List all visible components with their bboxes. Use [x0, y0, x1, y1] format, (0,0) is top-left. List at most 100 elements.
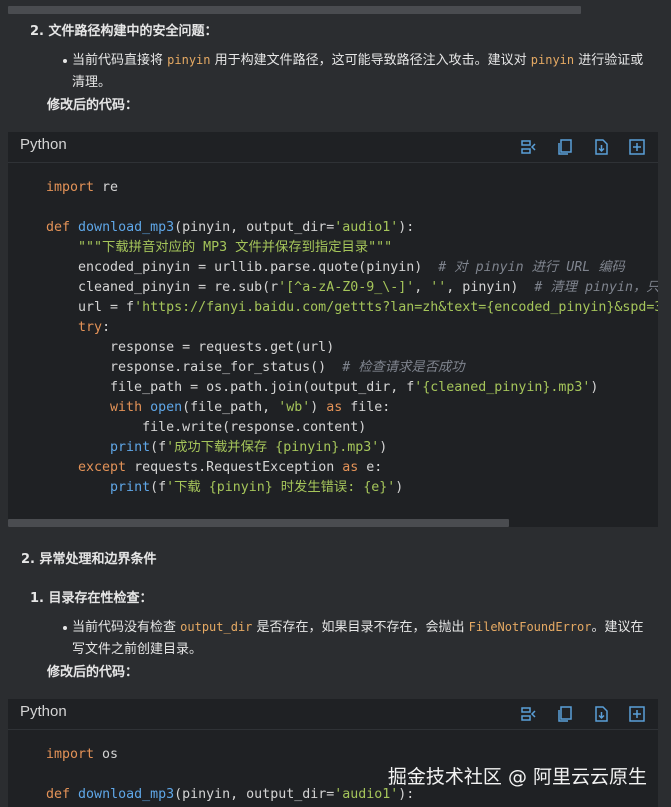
section1-heading-number: 2.: [30, 24, 44, 39]
code-token: except: [78, 460, 127, 475]
bullet-text: 当前代码直接将: [72, 53, 168, 68]
watermark: 掘金技术社区 @ 阿里云云原生: [387, 766, 647, 788]
code-token: print: [110, 480, 151, 495]
code-token: def: [46, 220, 71, 235]
code-token: :: [102, 320, 111, 335]
code-line: """下载拼音对应的 MP3 文件并保存到指定目录""": [46, 238, 392, 258]
code-token: encoded_pinyin = urllib.parse.quote(piny…: [46, 260, 439, 275]
code-token: ): [310, 400, 327, 415]
code-token: '{cleaned_pinyin}.mp3': [414, 380, 591, 395]
code-line: file.write(response.content): [46, 418, 366, 438]
code-token: (pinyin, output_dir=: [174, 220, 335, 235]
code-token: file_path = os.path.join(output_dir, f: [46, 380, 415, 395]
code-line: encoded_pinyin = urllib.parse.quote(piny…: [46, 258, 625, 278]
code-line: url = f'https://fanyi.baidu.com/gettts?l…: [46, 298, 658, 318]
wrap-toggle-icon[interactable]: [520, 138, 538, 156]
code-token: as: [326, 400, 343, 415]
bullet-text: 。建议在: [591, 620, 644, 635]
modified-code-label: 修改后的代码：: [47, 665, 139, 680]
bullet-text: 进行验证或: [574, 53, 644, 68]
code-token: re: [94, 180, 119, 195]
code-token: (f: [150, 480, 167, 495]
code-token: requests.RequestException: [126, 460, 343, 475]
expand-icon[interactable]: [628, 138, 646, 156]
code-block-header: Python: [8, 699, 658, 730]
code-token: # 检查请求是否成功: [342, 360, 465, 375]
code-line: def download_mp3(pinyin, output_dir='aud…: [46, 785, 414, 805]
code-token: """下载拼音对应的 MP3 文件并保存到指定目录""": [78, 240, 393, 255]
wrap-toggle-icon[interactable]: [520, 705, 538, 723]
bullet-text: 当前代码没有检查: [72, 620, 181, 635]
inline-code: pinyin: [167, 53, 211, 67]
code-line: cleaned_pinyin = re.sub(r'[^a-zA-Z0-9_\-…: [46, 278, 658, 298]
expand-icon[interactable]: [628, 705, 646, 723]
code-token: (pinyin, output_dir=: [174, 787, 335, 802]
code-token: ):: [398, 220, 415, 235]
code-line: import re: [46, 178, 118, 198]
top-scrollbar-thumb[interactable]: [8, 6, 581, 14]
code-line: file_path = os.path.join(output_dir, f'{…: [46, 378, 598, 398]
code-token: '[^a-zA-Z0-9_\-]': [278, 280, 415, 295]
code-token: file:: [342, 400, 391, 415]
code-token: file.write(response.content): [46, 420, 367, 435]
code-token: 'audio1': [334, 787, 399, 802]
section1-heading-text: 文件路径构建中的安全问题：: [48, 24, 218, 39]
inline-code: output_dir: [180, 620, 253, 634]
code-token: '成功下载并保存 {pinyin}.mp3': [166, 440, 380, 455]
section1-heading: 2. 文件路径构建中的安全问题：: [30, 21, 218, 43]
code-token: download_mp3: [78, 220, 175, 235]
code-token: # 对 pinyin 进行 URL 编码: [438, 260, 625, 275]
code-token: (file_path,: [182, 400, 279, 415]
code-token: '下载 {pinyin} 时发生错误: {e}': [166, 480, 396, 495]
code-token: open: [150, 400, 183, 415]
code-scrollbar-thumb[interactable]: [8, 519, 509, 527]
code-token: def: [46, 787, 71, 802]
top-scrollbar[interactable]: [8, 6, 659, 14]
code-token: 'https://fanyi.baidu.com/gettts?lan=zh&t…: [134, 300, 658, 315]
item-number: 1.: [30, 591, 44, 606]
code-block-header: Python: [8, 132, 658, 163]
code-language-label: Python: [20, 703, 67, 720]
inline-code: FileNotFoundError: [468, 620, 592, 634]
code-line: try:: [46, 318, 110, 338]
code-token: ): [395, 480, 404, 495]
section2-bullet: 当前代码没有检查 output_dir 是否存在，如果目录不存在，会抛出 Fil…: [72, 616, 644, 639]
code-token: try: [78, 320, 103, 335]
code-line: with open(file_path, 'wb') as file:: [46, 398, 390, 418]
code-token: with: [110, 400, 143, 415]
code-token: print: [110, 440, 151, 455]
code-token: import: [46, 180, 95, 195]
modified-code-label: 修改后的代码：: [47, 98, 139, 113]
code-token: as: [342, 460, 359, 475]
code-line: def download_mp3(pinyin, output_dir='aud…: [46, 218, 414, 238]
code-line: print(f'下载 {pinyin} 时发生错误: {e}'): [46, 478, 403, 498]
code-line: except requests.RequestException as e:: [46, 458, 382, 478]
section1-bullet: 当前代码直接将 pinyin 用于构建文件路径，这可能导致路径注入攻击。建议对 …: [72, 49, 643, 72]
bullet-text: 用于构建文件路径，这可能导致路径注入攻击。建议对: [210, 53, 531, 68]
copy-icon[interactable]: [556, 705, 574, 723]
download-icon[interactable]: [592, 138, 610, 156]
code-line: import os: [46, 745, 118, 765]
code-token: '': [430, 280, 447, 295]
inline-code: pinyin: [530, 53, 575, 67]
copy-icon[interactable]: [556, 138, 574, 156]
section2-item-heading: 1. 目录存在性检查：: [30, 588, 153, 610]
code-scrollbar[interactable]: [8, 519, 658, 527]
code-line: response.raise_for_status() # 检查请求是否成功: [46, 358, 465, 378]
section2-heading: 2. 异常处理和边界条件: [21, 552, 157, 567]
code-line: print(f'成功下载并保存 {pinyin}.mp3'): [46, 438, 387, 458]
section1-bullet-line2: 清理。: [72, 75, 112, 90]
code-line: response = requests.get(url): [46, 338, 334, 358]
code-token: e:: [358, 460, 383, 475]
code-token: import: [46, 747, 95, 762]
download-icon[interactable]: [592, 705, 610, 723]
bullet-dot: [63, 626, 67, 630]
code-token: response = requests.get(url): [46, 340, 335, 355]
